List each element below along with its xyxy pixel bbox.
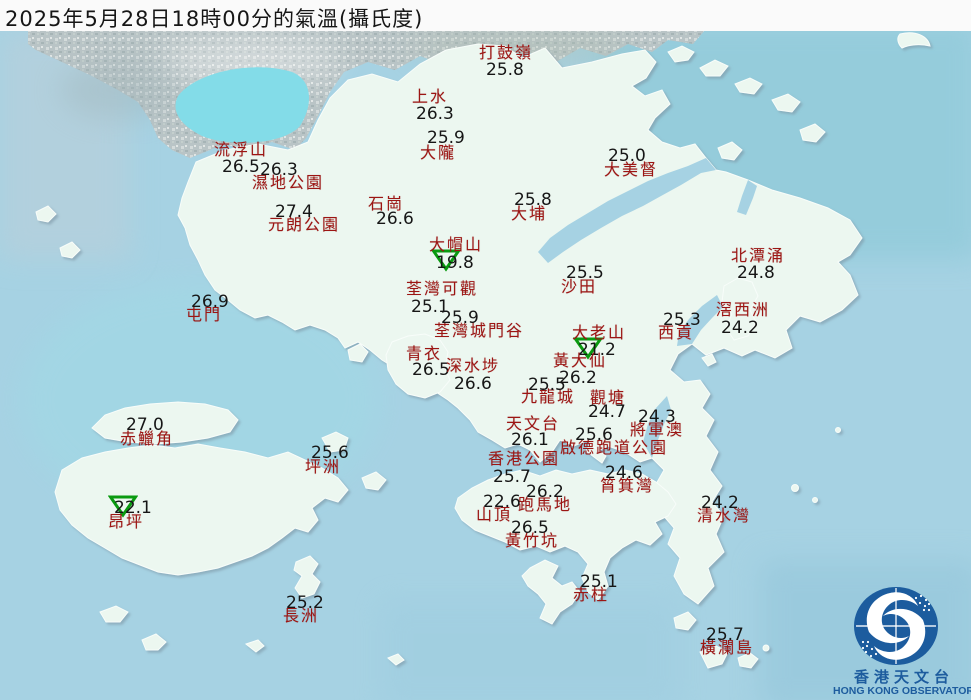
station-temperature-value: 25.8 xyxy=(514,190,552,210)
station-temperature-value: 24.6 xyxy=(605,463,643,483)
station-labels-layer: 打鼓嶺 25.8 上水 26.3 大隴 25.9 流浮山 26.5 濕地公園 26.3 元朗公園 27… xyxy=(0,0,971,700)
station-temperature-value: 25.2 xyxy=(286,593,324,613)
station-name: 大老山 xyxy=(572,323,627,342)
station-temperature-value: 24.2 xyxy=(701,493,739,513)
station-temperature-value: 25.0 xyxy=(608,146,646,166)
station-name: 滘西洲 xyxy=(716,300,771,319)
station-temperature-value: 19.8 xyxy=(436,253,474,273)
station-name: 流浮山 xyxy=(214,140,269,159)
station-temperature-value: 24.3 xyxy=(638,407,676,427)
station-temperature-value: 27.0 xyxy=(126,415,164,435)
station-temperature-value: 26.1 xyxy=(511,430,549,450)
station-temperature-value: 22.1 xyxy=(114,498,152,518)
station-temperature-value: 25.9 xyxy=(441,308,479,328)
station-temperature-value: 25.1 xyxy=(580,572,618,592)
station-temperature-value: 25.5 xyxy=(528,375,566,395)
station-temperature-value: 26.5 xyxy=(511,518,549,538)
station-temperature-value: 26.6 xyxy=(376,209,414,229)
station-temperature-value: 22.6 xyxy=(483,492,521,512)
station-temperature-value: 26.5 xyxy=(412,360,450,380)
station-temperature-value: 24.7 xyxy=(588,402,626,422)
station-name: 深水埗 xyxy=(446,356,501,375)
station-name: 上水 xyxy=(412,87,449,106)
observatory-name-zh: 香港天文台 xyxy=(853,669,954,686)
station-name: 黃大仙 xyxy=(553,351,608,370)
station-temperature-value: 25.5 xyxy=(566,263,604,283)
station-temperature-value: 26.2 xyxy=(526,482,564,502)
station-name: 打鼓嶺 xyxy=(479,43,534,62)
station-temperature-value: 26.6 xyxy=(454,374,492,394)
station-temperature-value: 25.6 xyxy=(575,425,613,445)
station-name: 香港公園 xyxy=(488,449,561,468)
station-temperature-value: 26.9 xyxy=(191,292,229,312)
station-name: 大帽山 xyxy=(429,235,484,254)
title-bar: 2025年5月28日18時00分的氣溫(攝氏度) xyxy=(0,0,971,31)
station-temperature-value: 27.4 xyxy=(275,202,313,222)
station-temperature-value: 25.8 xyxy=(486,60,524,80)
station-temperature-value: 24.8 xyxy=(737,263,775,283)
map-title: 2025年5月28日18時00分的氣溫(攝氏度) xyxy=(5,7,424,31)
station-temperature-value: 25.3 xyxy=(663,310,701,330)
station-temperature-value: 26.3 xyxy=(260,160,298,180)
station-name: 北潭涌 xyxy=(731,246,786,265)
observatory-name-en: HONG KONG OBSERVATORY xyxy=(833,685,971,697)
hko-temperature-map-screen: 2025年5月28日18時00分的氣溫(攝氏度) 打鼓嶺 25.8 上水 26.3 大隴… xyxy=(0,0,971,700)
station-temperature-value: 26.3 xyxy=(416,104,454,124)
station-temperature-value: 25.6 xyxy=(311,443,349,463)
station-name: 荃灣可觀 xyxy=(406,279,479,298)
station-temperature-value: 25.9 xyxy=(427,128,465,148)
station-temperature-value: 24.2 xyxy=(721,318,759,338)
station-temperature-value: 25.7 xyxy=(706,625,744,645)
